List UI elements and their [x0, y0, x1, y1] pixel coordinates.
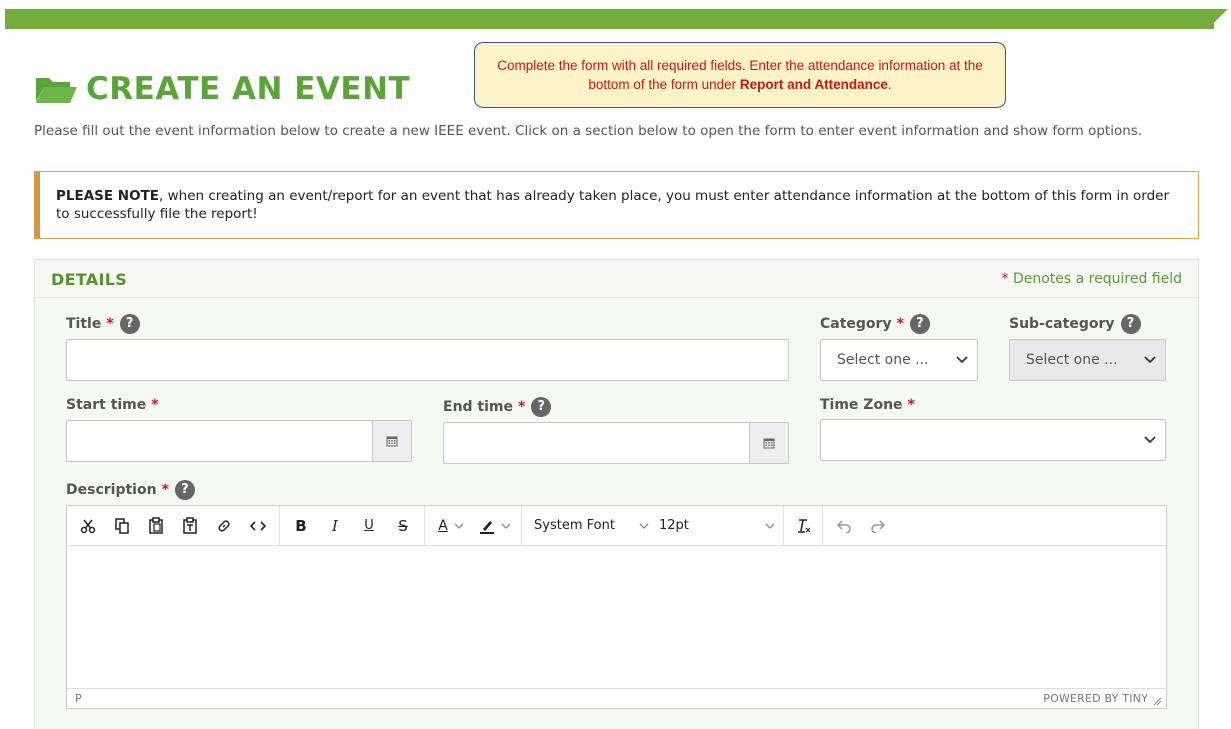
subcategory-select[interactable]: Select one ...	[1009, 339, 1166, 381]
intro-text: Please fill out the event information be…	[34, 123, 1143, 139]
font-family-value: System Font	[534, 518, 615, 533]
required-note-text: Denotes a required field	[1012, 271, 1182, 287]
time-zone-label: Time Zone *	[820, 397, 915, 413]
time-zone-required-star: *	[907, 397, 915, 413]
time-zone-select[interactable]	[820, 419, 1166, 461]
end-time-required-star: *	[518, 399, 526, 415]
top-brand-bar	[5, 9, 1214, 29]
end-time-label-text: End time	[443, 399, 513, 415]
folder-open-icon	[36, 78, 77, 103]
description-required-star: *	[161, 482, 169, 498]
subcategory-label: Sub-category?	[1009, 314, 1141, 334]
title-label-text: Title	[66, 316, 102, 332]
text-color-button[interactable]: A	[429, 511, 473, 541]
notice-text: , when creating an event/report for an e…	[56, 188, 1170, 222]
underline-button[interactable]: U	[352, 511, 386, 541]
toolbar-group-format: B I U S	[280, 506, 425, 545]
paste-icon[interactable]	[139, 511, 173, 541]
italic-button[interactable]: I	[318, 511, 352, 541]
chevron-down-icon	[1144, 436, 1156, 444]
details-heading: DETAILS	[51, 270, 128, 289]
start-time-input[interactable]	[66, 420, 372, 462]
category-required-star: *	[896, 316, 904, 332]
chevron-down-icon	[956, 356, 968, 364]
required-star: *	[1001, 271, 1009, 287]
clear-formatting-icon[interactable]	[788, 511, 818, 541]
end-time-picker	[443, 422, 789, 464]
bold-button[interactable]: B	[284, 511, 318, 541]
callout-period: .	[887, 77, 892, 92]
toolbar-group-clipboard	[67, 506, 280, 545]
calendar-icon	[386, 436, 398, 447]
chevron-down-icon	[765, 523, 775, 529]
editor-statusbar: P POWERED BY TINY	[67, 688, 1166, 708]
start-time-picker	[66, 420, 412, 462]
instruction-callout: Complete the form with all required fiel…	[474, 42, 1006, 108]
title-help-icon[interactable]: ?	[119, 314, 140, 334]
subcategory-selected-value: Select one ...	[1026, 352, 1118, 368]
callout-emphasis: Report and Attendance	[739, 77, 888, 92]
details-panel-header[interactable]: DETAILS * Denotes a required field	[35, 260, 1198, 298]
toolbar-group-color: A	[425, 506, 522, 545]
category-help-icon[interactable]: ?	[909, 314, 930, 334]
paste-text-icon[interactable]	[173, 511, 207, 541]
required-field-note: * Denotes a required field	[1002, 271, 1182, 287]
category-label: Category *?	[820, 314, 930, 334]
start-time-label: Start time *	[66, 397, 159, 413]
page-title: CREATE AN EVENT	[34, 71, 410, 107]
chevron-down-icon	[454, 523, 464, 529]
resize-handle-icon[interactable]	[1152, 696, 1162, 706]
highlighter-icon	[480, 520, 494, 534]
subcategory-help-icon[interactable]: ?	[1120, 314, 1141, 334]
end-time-input[interactable]	[443, 422, 749, 464]
category-label-text: Category	[820, 316, 892, 332]
time-zone-label-text: Time Zone	[820, 397, 903, 413]
powered-by-link[interactable]: POWERED BY TINY	[1043, 692, 1148, 705]
text-color-icon: A	[438, 517, 448, 534]
please-note-box: PLEASE NOTE, when creating an event/repo…	[34, 171, 1199, 239]
calendar-icon	[763, 438, 775, 449]
title-label: Title *?	[66, 314, 140, 334]
start-time-required-star: *	[151, 397, 159, 413]
undo-icon[interactable]	[827, 511, 861, 541]
toolbar-group-clear	[784, 506, 823, 545]
description-label-text: Description	[66, 482, 157, 498]
code-icon[interactable]	[241, 511, 275, 541]
end-time-label: End time *?	[443, 397, 552, 417]
copy-icon[interactable]	[105, 511, 139, 541]
editor-content-area[interactable]	[67, 546, 1166, 690]
chevron-down-icon	[1144, 356, 1156, 364]
editor-toolbar: B I U S A System Font 12pt	[67, 506, 1166, 546]
start-time-calendar-button[interactable]	[372, 420, 412, 462]
category-select[interactable]: Select one ...	[820, 339, 978, 381]
end-time-help-icon[interactable]: ?	[531, 397, 552, 417]
end-time-calendar-button[interactable]	[749, 422, 789, 464]
chevron-down-icon	[501, 523, 511, 529]
redo-icon[interactable]	[861, 511, 895, 541]
toolbar-group-history	[823, 506, 899, 545]
description-help-icon[interactable]: ?	[174, 480, 195, 500]
title-input[interactable]	[66, 339, 789, 381]
element-path[interactable]: P	[75, 692, 82, 705]
category-selected-value: Select one ...	[837, 352, 929, 368]
font-family-select[interactable]: System Font 12pt	[522, 506, 784, 545]
highlight-color-button[interactable]	[473, 511, 517, 541]
subcategory-label-text: Sub-category	[1009, 316, 1115, 332]
notice-lead: PLEASE NOTE	[56, 188, 160, 204]
link-icon[interactable]	[207, 511, 241, 541]
top-brand-bar-tail	[1204, 9, 1231, 29]
description-editor: B I U S A System Font 12pt P POWERED BY …	[66, 505, 1167, 709]
start-time-label-text: Start time	[66, 397, 147, 413]
chevron-down-icon	[639, 523, 649, 529]
description-label: Description *?	[66, 480, 195, 500]
scissors-icon[interactable]	[71, 511, 105, 541]
strikethrough-button[interactable]: S	[386, 511, 420, 541]
page-title-text: CREATE AN EVENT	[86, 71, 411, 107]
font-size-value[interactable]: 12pt	[659, 518, 759, 533]
title-required-star: *	[106, 316, 114, 332]
